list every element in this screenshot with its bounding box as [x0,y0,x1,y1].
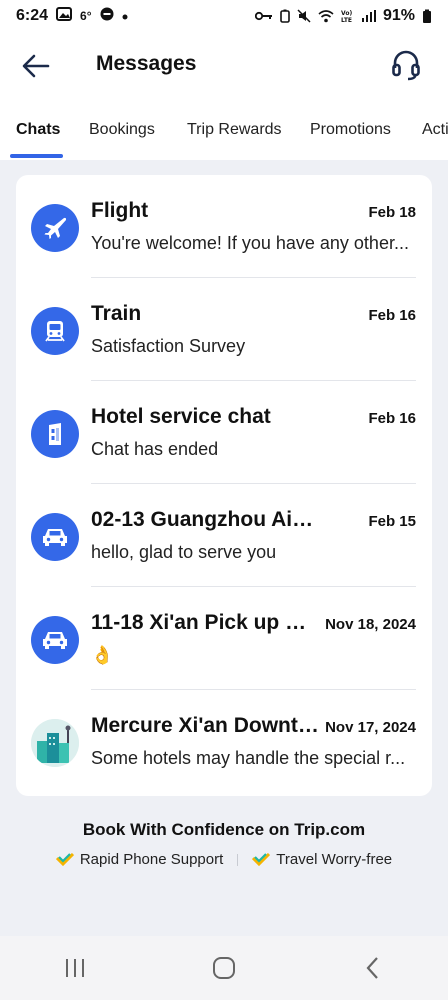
chat-date: Feb 15 [368,513,416,530]
customer-support-button[interactable] [390,48,422,82]
train-icon [45,321,65,342]
check-icon [55,852,74,866]
chat-title: Mercure Xi'an Downto... [91,714,321,737]
back-button[interactable] [20,50,52,82]
chat-date: Feb 16 [368,307,416,324]
feature-label: Travel Worry-free [276,851,393,868]
minus-circle-icon [100,7,114,26]
chat-avatar [31,307,79,355]
dot-icon [122,7,128,25]
car-icon [43,529,67,546]
home-button[interactable] [204,948,244,988]
svg-text:Vo): Vo) [341,10,352,17]
chat-title: 02-13 Guangzhou Airport ... [91,508,321,531]
recent-apps-button[interactable] [55,948,95,988]
chat-avatar [31,513,79,561]
check-icon [252,852,271,866]
feature-travel-worry-free: Travel Worry-free [252,851,392,868]
tab-promotions[interactable]: Promotions [310,121,391,139]
tab-chats[interactable]: Chats [16,121,60,139]
system-navigation-bar [0,936,448,1000]
chevron-left-icon [366,957,379,979]
airplane-icon [44,217,67,239]
volte-icon: Vo) LTE [341,9,355,23]
tab-trip-rewards[interactable]: Trip Rewards [187,121,282,139]
feature-label: Rapid Phone Support [79,851,224,868]
header: Messages [0,32,448,100]
chat-title: 11-18 Xi'an Pick up Se... [91,611,316,634]
hotel-photo-avatar [31,719,79,767]
status-time: 6:24 [16,7,49,24]
tab-bar: Chats Bookings Trip Rewards Promotions A… [0,100,448,160]
battery-saver-icon [280,9,290,23]
tab-bookings[interactable]: Bookings [89,121,155,139]
chat-title: Flight [91,199,149,222]
chat-item-guangzhou-airport[interactable]: 02-13 Guangzhou Airport ... Feb 15 hello… [16,484,432,587]
status-bar: 6:24 6° Vo) LTE 91% [0,0,448,32]
divider [237,853,239,866]
chat-title: Train [91,302,142,325]
page-title: Messages [96,52,197,75]
signal-icon [361,10,376,22]
hotel-icon [49,423,61,445]
active-tab-indicator [10,154,63,158]
chat-date: Feb 18 [368,204,416,221]
hotel-building-image [31,719,79,767]
confidence-features: Rapid Phone Support Travel Worry-free [0,851,448,868]
recent-apps-icon [65,959,84,977]
mute-icon [297,9,311,23]
chat-preview: hello, glad to serve you [91,542,277,562]
confidence-title: Book With Confidence on Trip.com [82,820,366,839]
wifi-icon [318,9,334,23]
chat-item-mercure-xian[interactable]: Mercure Xi'an Downto... Nov 17, 2024 Som… [16,690,432,793]
system-back-button[interactable] [353,948,393,988]
key-icon [254,11,273,21]
chat-preview-emoji: 👌 [91,645,114,665]
chat-preview: Chat has ended [91,439,219,459]
feature-rapid-phone-support: Rapid Phone Support [55,851,224,868]
arrow-left-icon [22,54,50,78]
chat-avatar [31,410,79,458]
svg-text:LTE: LTE [341,17,352,23]
chat-date: Feb 16 [368,410,416,427]
car-icon [43,632,67,649]
status-temperature: 6° [80,9,92,23]
chat-item-flight[interactable]: Flight Feb 18 You're welcome! If you hav… [16,175,432,278]
chat-preview: Some hotels may handle the special r... [91,748,406,768]
chat-item-xian-pickup[interactable]: 11-18 Xi'an Pick up Se... Nov 18, 2024 👌 [16,587,432,690]
chat-date: Nov 17, 2024 [325,719,416,736]
chat-preview: Satisfaction Survey [91,336,246,356]
chat-item-train[interactable]: Train Feb 16 Satisfaction Survey [16,278,432,381]
home-icon [212,957,235,979]
battery-level: 91% [382,7,415,24]
tab-activities[interactable]: Acti [422,121,448,139]
battery-icon [422,9,432,24]
headset-icon [392,50,420,81]
chat-avatar [31,204,79,252]
chat-item-hotel-service[interactable]: Hotel service chat Feb 16 Chat has ended [16,381,432,484]
chat-title: Hotel service chat [91,405,271,428]
chat-date: Nov 18, 2024 [325,616,416,633]
chat-preview: You're welcome! If you have any other... [91,233,409,253]
chat-list: Flight Feb 18 You're welcome! If you hav… [16,175,432,796]
gallery-icon [56,6,73,26]
chat-avatar [31,616,79,664]
